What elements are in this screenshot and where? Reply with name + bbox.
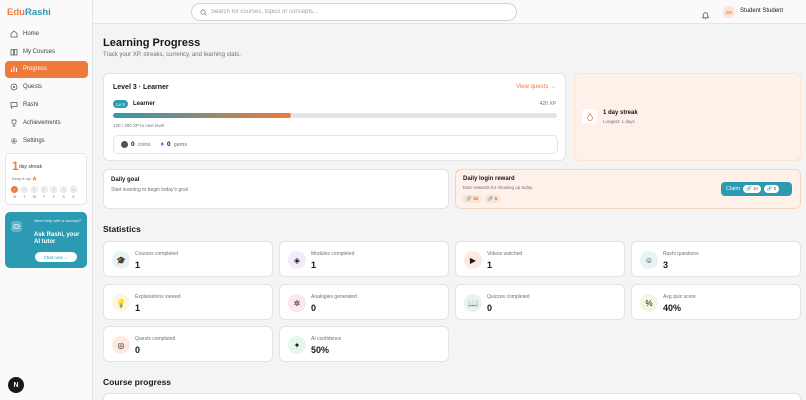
streak-summary-card: 1 day streak Longest: 1 days bbox=[574, 73, 801, 161]
book-icon bbox=[10, 48, 18, 56]
streak-longest: Longest: 1 days bbox=[603, 119, 635, 124]
user-name[interactable]: Student Student bbox=[740, 8, 783, 14]
ask-rashi-card: Need help with a concept? Ask Rashi, you… bbox=[5, 212, 87, 268]
daily-reward-title: Daily login reward bbox=[463, 176, 515, 182]
trophy-icon bbox=[10, 119, 18, 127]
daily-goal-title: Daily goal bbox=[111, 177, 140, 183]
streak-day: 0W bbox=[30, 186, 38, 199]
sidebar: EduRashi Home My Courses Progress Quests… bbox=[0, 0, 93, 400]
xp-to-next-level: 120 / 300 XP to next level bbox=[113, 123, 165, 128]
stat-card-videos-watched: ▶ Videos watched 1 bbox=[455, 241, 625, 277]
reward-chip: 🔗 5 bbox=[484, 195, 501, 203]
rashi-question: Need help with a concept? bbox=[34, 218, 82, 223]
stat-card-rashi-questions: ☺ Rashi questions 3 bbox=[631, 241, 801, 277]
layers-icon: ◈ bbox=[288, 251, 306, 269]
level-card: Level 3 · Learner View quests → Lv 3 Lea… bbox=[103, 73, 566, 161]
daily-reward-card: Daily login reward Earn rewards for show… bbox=[455, 169, 801, 209]
link-icon: ✲ bbox=[288, 294, 306, 312]
sidebar-streak-card: 1 day streak Keep it up! 🔥 ✓ M 0T 0W 0T 0… bbox=[5, 153, 87, 205]
bar-chart-icon bbox=[10, 65, 18, 73]
level-name: Learner bbox=[133, 101, 156, 107]
gems-value: 0 bbox=[167, 141, 171, 148]
sidebar-nav: Home My Courses Progress Quests Rashi Ac… bbox=[5, 25, 88, 150]
sidebar-item-home[interactable]: Home bbox=[5, 25, 88, 43]
stat-card-analogies-generated: ✲ Analogies generated 0 bbox=[279, 284, 449, 320]
streak-encouragement: Keep it up! 🔥 bbox=[12, 176, 38, 181]
view-quests-link[interactable]: View quests → bbox=[516, 84, 556, 90]
course-progress-card bbox=[103, 393, 801, 400]
claim-button[interactable]: Claim 🔗 10 🔗 5 bbox=[721, 182, 792, 196]
compass-icon bbox=[10, 83, 18, 91]
statistics-heading: Statistics bbox=[103, 224, 141, 234]
sidebar-item-my-courses[interactable]: My Courses bbox=[5, 43, 88, 61]
framework-badge[interactable]: N bbox=[8, 377, 24, 393]
daily-goal-subtitle: Start learning to begin today's goal bbox=[111, 187, 188, 193]
page-subtitle: Track your XP, streaks, currency, and le… bbox=[103, 52, 241, 58]
sidebar-item-settings[interactable]: Settings bbox=[5, 132, 88, 150]
daily-goal-card: Daily goal Start learning to begin today… bbox=[103, 169, 449, 209]
streak-day: ✓ M bbox=[11, 186, 19, 199]
stat-card-modules-completed: ◈ Modules completed 1 bbox=[279, 241, 449, 277]
streak-day: 0T bbox=[20, 186, 28, 199]
level-badge: Lv 3 bbox=[113, 100, 128, 108]
xp-progress-fill bbox=[113, 113, 291, 118]
top-header: SS Student Student bbox=[93, 0, 806, 24]
sidebar-item-rashi[interactable]: Rashi bbox=[5, 96, 88, 114]
rashi-title: Ask Rashi, your AI tutor bbox=[34, 232, 80, 245]
gems-label: gems bbox=[173, 141, 188, 148]
graduation-cap-icon: 🎓 bbox=[112, 251, 130, 269]
robot-icon bbox=[11, 221, 22, 232]
claim-chip: 🔗 10 bbox=[743, 185, 761, 193]
search-bar bbox=[191, 3, 517, 21]
claim-chip: 🔗 5 bbox=[763, 185, 780, 193]
reward-chips: 🔗 15 🔗 5 bbox=[463, 195, 501, 203]
streak-week: ✓ M 0T 0W 0T 0F 0S 0S bbox=[11, 186, 77, 199]
stat-card-courses-completed: 🎓 Courses completed 1 bbox=[103, 241, 273, 277]
xp-progress-bar bbox=[113, 113, 557, 118]
streak-day: 0T bbox=[40, 186, 48, 199]
target-icon: ◎ bbox=[112, 336, 130, 354]
page-title: Learning Progress bbox=[103, 37, 201, 49]
flame-icon bbox=[582, 109, 597, 124]
chat-now-button[interactable]: Chat now → bbox=[35, 252, 77, 262]
stat-card-ai-confidence: ✦ AI confidence 50% bbox=[279, 326, 449, 362]
reward-chip: 🔗 15 bbox=[463, 195, 481, 203]
gem-icon: ♦ bbox=[160, 141, 165, 148]
chat-icon bbox=[10, 101, 18, 109]
video-icon: ▶ bbox=[464, 251, 482, 269]
coins-label: coins bbox=[137, 141, 151, 148]
streak-day: 0S bbox=[69, 186, 77, 199]
level-title: Level 3 · Learner bbox=[113, 84, 169, 91]
percent-icon: % bbox=[640, 294, 658, 312]
streak-count: 1 bbox=[12, 159, 19, 173]
streak-label: day streak bbox=[19, 164, 43, 170]
stat-card-quests-completed: ◎ Quests completed 0 bbox=[103, 326, 273, 362]
sidebar-item-quests[interactable]: Quests bbox=[5, 78, 88, 96]
search-input[interactable] bbox=[211, 9, 501, 15]
open-book-icon: 📖 bbox=[464, 294, 482, 312]
coin-icon bbox=[121, 141, 128, 148]
sidebar-item-achievements[interactable]: Achievements bbox=[5, 114, 88, 132]
bell-icon[interactable] bbox=[701, 7, 710, 25]
home-icon bbox=[10, 30, 18, 38]
stat-card-explanations-viewed: 💡 Explanations viewed 1 bbox=[103, 284, 273, 320]
course-progress-heading: Course progress bbox=[103, 377, 172, 387]
lightbulb-icon: 💡 bbox=[112, 294, 130, 312]
search-icon bbox=[200, 3, 207, 21]
daily-reward-subtitle: Earn rewards for showing up today bbox=[463, 185, 533, 190]
gear-icon bbox=[10, 137, 18, 145]
stat-card-quizzes-completed: 📖 Quizzes completed 0 bbox=[455, 284, 625, 320]
streak-day: 0F bbox=[50, 186, 58, 199]
robot-icon: ☺ bbox=[640, 251, 658, 269]
sparkle-icon: ✦ bbox=[288, 336, 306, 354]
coins-value: 0 bbox=[131, 141, 135, 148]
sidebar-item-progress[interactable]: Progress bbox=[5, 60, 88, 79]
xp-total: 420 XP bbox=[539, 101, 556, 107]
wallet-row: 0 coins ♦ 0 gems bbox=[113, 135, 558, 154]
streak-summary-title: 1 day streak bbox=[603, 110, 638, 116]
streak-day: 0S bbox=[60, 186, 68, 199]
stat-card-avg-quiz-score: % Avg quiz score 40% bbox=[631, 284, 801, 320]
avatar[interactable]: SS bbox=[723, 6, 735, 18]
app-logo[interactable]: EduRashi bbox=[7, 7, 51, 18]
